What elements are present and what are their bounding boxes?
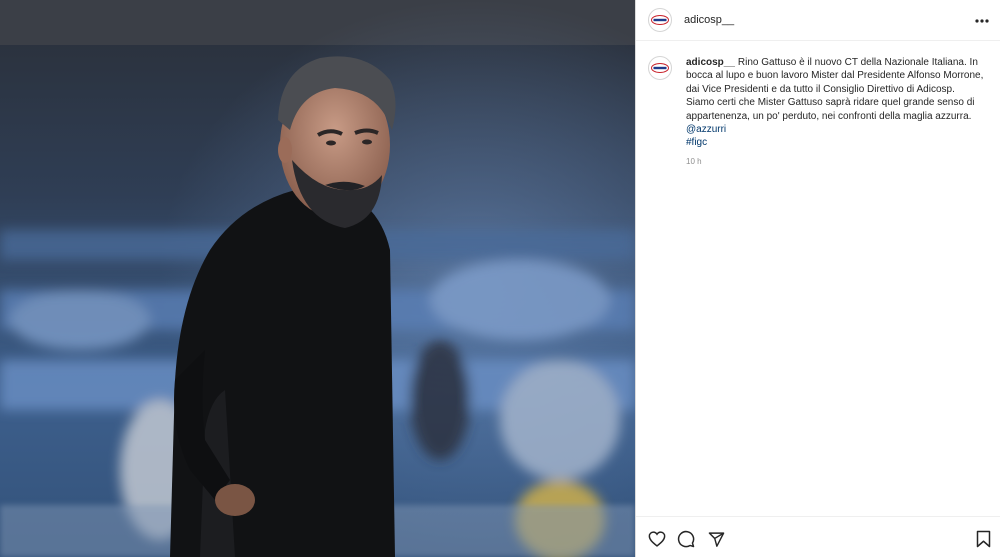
avatar[interactable] bbox=[648, 8, 672, 32]
caption: adicosp__ Rino Gattuso è il nuovo CT dell… bbox=[648, 56, 989, 168]
save-button[interactable] bbox=[973, 529, 993, 549]
post-header: adicosp__ bbox=[636, 0, 1000, 41]
heart-icon bbox=[648, 531, 666, 547]
post-side-panel: adicosp__ adicosp__ Rino Gattuso è il nu… bbox=[635, 0, 1000, 557]
more-options-icon bbox=[975, 19, 989, 23]
comment-bubble-icon bbox=[677, 530, 695, 548]
caption-hashtag[interactable]: #figc bbox=[686, 136, 984, 149]
share-button[interactable] bbox=[706, 529, 726, 549]
post-timestamp[interactable]: 10 h bbox=[686, 155, 984, 168]
action-bar bbox=[636, 516, 1000, 557]
post-photo[interactable] bbox=[0, 0, 635, 557]
like-button[interactable] bbox=[647, 529, 667, 549]
adicosp-logo-icon bbox=[651, 63, 669, 73]
post-username[interactable]: adicosp__ bbox=[684, 14, 734, 26]
instagram-post: adicosp__ adicosp__ Rino Gattuso è il nu… bbox=[0, 0, 1000, 557]
photo-illustration bbox=[0, 0, 635, 557]
adicosp-logo-icon bbox=[651, 15, 669, 25]
caption-mention[interactable]: @azzurri bbox=[686, 123, 984, 136]
comment-button[interactable] bbox=[676, 529, 696, 549]
more-options-button[interactable] bbox=[973, 12, 991, 30]
paper-plane-icon bbox=[708, 531, 724, 547]
caption-username[interactable]: adicosp__ bbox=[686, 57, 735, 68]
caption-body: adicosp__ Rino Gattuso è il nuovo CT dell… bbox=[686, 56, 984, 168]
comments-area[interactable]: adicosp__ Rino Gattuso è il nuovo CT dell… bbox=[636, 42, 1000, 516]
caption-avatar[interactable] bbox=[648, 56, 672, 80]
bookmark-icon bbox=[976, 530, 990, 548]
